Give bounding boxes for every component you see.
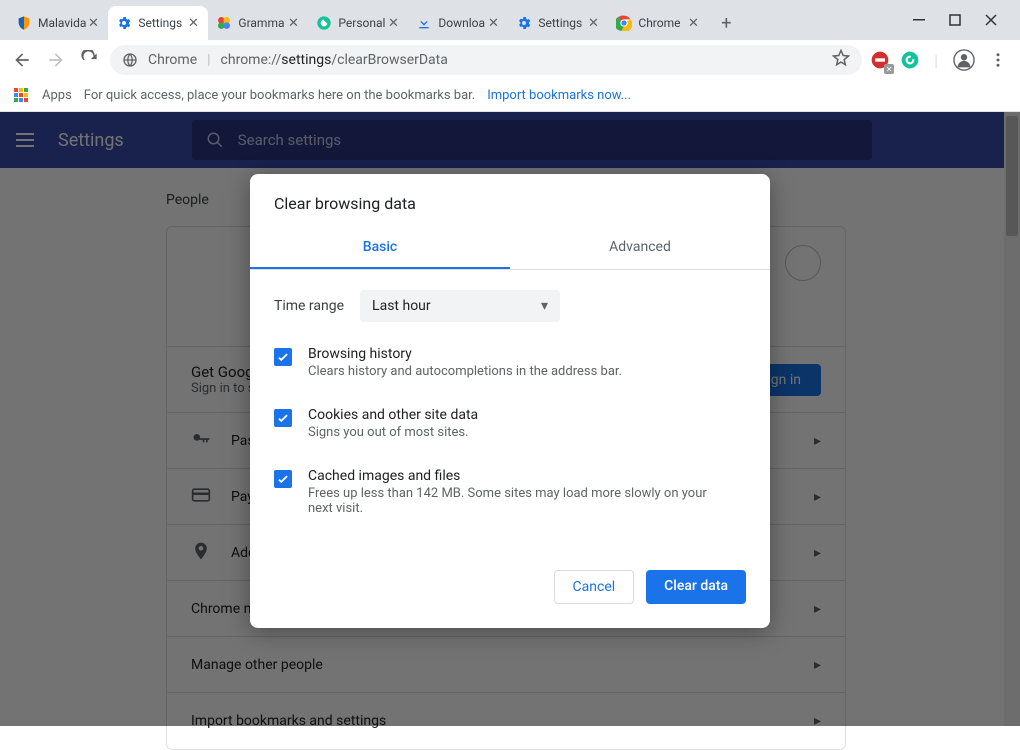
extension-grammarly-icon[interactable]	[898, 48, 922, 72]
clear-data-button[interactable]: Clear data	[646, 570, 746, 604]
close-icon[interactable]: ✕	[86, 16, 100, 30]
grammarly-icon	[216, 15, 232, 31]
content-area: Settings Search settings People Get Goog…	[0, 112, 1020, 726]
toolbar: Chrome | chrome://settings/clearBrowserD…	[0, 40, 1020, 80]
time-range-select[interactable]: Last hour ▾	[360, 290, 560, 322]
extension-adblock-icon[interactable]: ✕	[868, 48, 892, 72]
clear-browsing-data-dialog: Clear browsing data Basic Advanced Time …	[250, 174, 770, 628]
omnibox[interactable]: Chrome | chrome://settings/clearBrowserD…	[110, 45, 862, 75]
back-button[interactable]	[8, 46, 36, 74]
apps-icon[interactable]	[14, 88, 30, 104]
tab-basic[interactable]: Basic	[250, 227, 510, 269]
gear-icon	[516, 15, 532, 31]
tab-chrome[interactable]: Chrome ✕	[608, 6, 708, 40]
tab-advanced[interactable]: Advanced	[510, 227, 770, 269]
time-range-value: Last hour	[372, 298, 431, 314]
option-cache: Cached images and files Frees up less th…	[250, 454, 770, 530]
close-icon[interactable]: ✕	[686, 16, 700, 30]
time-range-row: Time range Last hour ▾	[250, 270, 770, 332]
profile-avatar[interactable]	[950, 46, 978, 74]
tab-malavida[interactable]: Malavida ✕	[8, 6, 108, 40]
download-icon	[416, 15, 432, 31]
tab-label: Downloa	[438, 16, 486, 30]
apps-label[interactable]: Apps	[42, 88, 72, 103]
option-title: Cached images and files	[308, 468, 718, 484]
dialog-tabs: Basic Advanced	[250, 227, 770, 270]
option-title: Cookies and other site data	[308, 407, 478, 423]
checkbox-cookies[interactable]	[274, 409, 292, 427]
menu-button[interactable]	[984, 46, 1012, 74]
dropdown-arrow-icon: ▾	[541, 298, 548, 314]
tab-label: Malavida	[38, 16, 86, 30]
toolbar-divider: |	[934, 51, 938, 70]
tab-label: Chrome	[638, 16, 686, 30]
close-icon[interactable]: ✕	[586, 16, 600, 30]
dialog-title: Clear browsing data	[250, 174, 770, 227]
dialog-actions: Cancel Clear data	[250, 530, 770, 608]
option-cookies: Cookies and other site data Signs you ou…	[250, 393, 770, 454]
option-browsing-history: Browsing history Clears history and auto…	[250, 332, 770, 393]
close-icon[interactable]: ✕	[386, 16, 400, 30]
close-icon[interactable]: ✕	[186, 16, 200, 30]
tab-settings-2[interactable]: Settings ✕	[508, 6, 608, 40]
tab-downloads[interactable]: Downloa ✕	[408, 6, 508, 40]
globe-icon	[122, 52, 138, 68]
minimize-button[interactable]	[912, 13, 926, 27]
close-icon[interactable]: ✕	[486, 16, 500, 30]
option-desc: Signs you out of most sites.	[308, 425, 478, 440]
window-controls	[890, 0, 1016, 40]
chrome-icon	[616, 15, 632, 31]
option-title: Browsing history	[308, 346, 622, 362]
time-range-label: Time range	[274, 298, 344, 314]
shield-icon	[16, 15, 32, 31]
new-tab-button[interactable]: +	[712, 9, 740, 37]
import-bookmarks-link[interactable]: Import bookmarks now...	[487, 88, 631, 103]
omnibox-separator: |	[207, 52, 210, 68]
option-desc: Clears history and autocompletions in th…	[308, 364, 622, 379]
omnibox-scheme-label: Chrome	[148, 52, 197, 68]
tab-strip: Malavida ✕ Settings ✕ Gramma ✕ Personal …	[0, 0, 890, 40]
checkbox-cache[interactable]	[274, 470, 292, 488]
tab-settings-active[interactable]: Settings ✕	[108, 6, 208, 40]
bookmarks-bar: Apps For quick access, place your bookma…	[0, 80, 1020, 112]
close-button[interactable]	[984, 13, 998, 27]
bookmarks-hint: For quick access, place your bookmarks h…	[84, 88, 475, 103]
option-desc: Frees up less than 142 MB. Some sites ma…	[308, 486, 718, 516]
tab-grammarly[interactable]: Gramma ✕	[208, 6, 308, 40]
gear-icon	[116, 15, 132, 31]
tab-label: Settings	[538, 16, 586, 30]
omnibox-url: chrome://settings/clearBrowserData	[221, 52, 448, 68]
bookmark-star-icon[interactable]	[832, 49, 850, 71]
forward-button[interactable]	[42, 46, 70, 74]
titlebar: Malavida ✕ Settings ✕ Gramma ✕ Personal …	[0, 0, 1020, 40]
checkbox-browsing-history[interactable]	[274, 348, 292, 366]
tab-personal[interactable]: Personal ✕	[308, 6, 408, 40]
tab-label: Gramma	[238, 16, 286, 30]
tab-label: Personal	[338, 16, 386, 30]
reload-button[interactable]	[76, 46, 104, 74]
maximize-button[interactable]	[948, 13, 962, 27]
close-icon[interactable]: ✕	[286, 16, 300, 30]
tab-label: Settings	[138, 16, 186, 30]
grammarly-circle-icon	[316, 15, 332, 31]
cancel-button[interactable]: Cancel	[554, 570, 635, 604]
